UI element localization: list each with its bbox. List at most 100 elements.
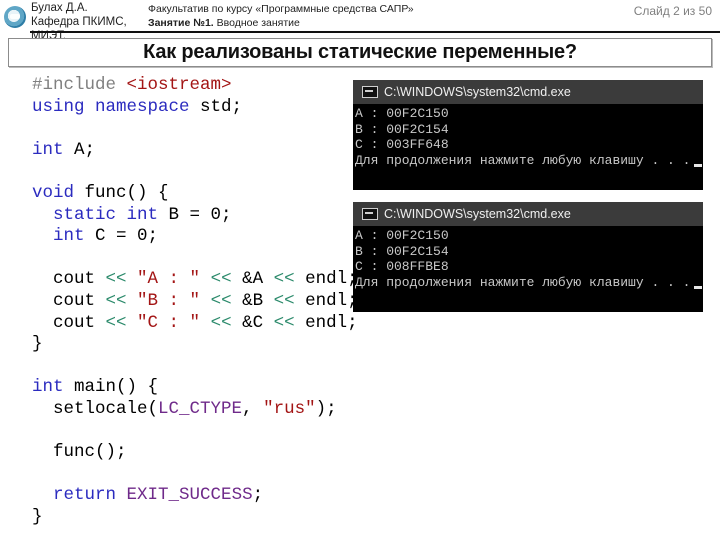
code-token: setlocale( [32,398,159,419]
code-token: endl; [294,290,358,311]
console-line: A : 00F2C150 [355,106,449,121]
university-logo-icon [4,6,26,28]
console-titlebar: C:\WINDOWS\system32\cmd.exe [353,80,703,104]
code-listing: #include <iostream> using namespace std; i… [32,75,358,528]
code-token: endl; [294,312,358,333]
code-token: } [32,506,43,527]
code-token: &B [231,290,274,311]
code-token: << [210,269,232,290]
code-token: func() { [74,182,169,203]
code-token: << [105,269,127,290]
course-info: Факультатив по курсу «Программные средст… [148,2,414,30]
code-token: cout [32,269,106,290]
code-token: EXIT_SUCCESS [126,485,253,506]
code-token: #include [32,75,127,95]
code-token: A; [63,139,96,160]
console-titlebar: C:\WINDOWS\system32\cmd.exe [353,202,703,226]
code-token: << [273,312,295,333]
console-title: C:\WINDOWS\system32\cmd.exe [384,207,571,221]
code-token: ; [252,485,264,506]
code-token: } [32,334,43,355]
cursor-icon [694,285,703,289]
code-token: LC_CTYPE [158,398,243,419]
code-token: cout [32,290,106,311]
code-token: std; [189,96,243,117]
code-token: func(); [32,442,127,463]
code-line: cout << "C : " << &C << endl; [32,313,358,335]
console-window-1: C:\WINDOWS\system32\cmd.exe A : 00F2C150… [353,80,703,190]
lesson-name: Занятие №1. Вводное занятие [148,16,414,30]
console-line: C : 003FF648 [355,137,449,152]
lesson-title: Вводное занятие [213,17,300,29]
code-line: #include <iostream> [32,75,358,97]
course-name: Факультатив по курсу «Программные средст… [148,3,414,15]
cmd-icon [362,86,378,98]
code-line: func(); [32,442,358,464]
code-token: static int [53,204,159,225]
code-token: main() { [63,377,159,398]
cmd-icon [362,208,378,220]
code-token: <iostream> [126,75,232,95]
slide-title: Как реализованы статические переменные? [143,41,577,63]
header-divider [30,31,720,33]
code-token: return [53,485,117,506]
code-line: } [32,507,358,529]
code-token: using namespace [32,96,190,117]
code-token: C = 0; [84,226,159,247]
lesson-number: Занятие №1. [148,17,214,29]
code-line: int main() { [32,377,358,399]
code-token: << [210,312,232,333]
code-line: cout << "B : " << &B << endl; [32,291,358,313]
code-line: int A; [32,140,358,162]
author-info: Булах Д.А. Кафедра ПКИМС, МИЭТ. [31,1,136,43]
code-line: int C = 0; [32,226,358,248]
console-line: C : 008FFBE8 [355,259,449,274]
code-token: << [105,290,127,311]
console-window-2: C:\WINDOWS\system32\cmd.exe A : 00F2C150… [353,202,703,312]
code-token: int [32,377,64,398]
code-token: &A [231,269,274,290]
console-output: A : 00F2C150 B : 00F2C154 C : 003FF648 Для … [353,104,703,168]
author-name: Булах Д.А. [31,2,88,14]
console-prompt: Для продолжения нажмите любую клавишу . … [355,152,691,168]
code-token: << [210,290,232,311]
code-line: setlocale(LC_CTYPE, "rus"); [32,399,358,421]
slide-title-box: Как реализованы статические переменные? [8,38,712,67]
console-prompt-line: Для продолжения нажмите любую клавишу . … [355,153,703,169]
code-token: void [32,182,75,203]
console-prompt-line: Для продолжения нажмите любую клавишу . … [355,275,703,291]
code-token: endl; [294,269,358,290]
console-output: A : 00F2C150 B : 00F2C154 C : 008FFBE8 Для … [353,226,703,290]
code-token: cout [32,312,106,333]
code-line: } [32,334,358,356]
code-line: static int B = 0; [32,205,358,227]
code-line: void func() { [32,183,358,205]
code-token: << [273,269,295,290]
console-title: C:\WINDOWS\system32\cmd.exe [384,85,571,99]
console-line: A : 00F2C150 [355,228,449,243]
code-line: cout << "A : " << &A << endl; [32,269,358,291]
code-token: "C : " [137,312,201,333]
code-line: using namespace std; [32,97,358,119]
code-token: "B : " [137,290,201,311]
code-token: << [105,312,127,333]
console-line: B : 00F2C154 [355,121,449,137]
console-line: B : 00F2C154 [355,243,449,259]
code-token: "rus" [263,398,316,419]
console-prompt: Для продолжения нажмите любую клавишу . … [355,274,691,290]
cursor-icon [694,163,703,167]
code-token: << [273,290,295,311]
